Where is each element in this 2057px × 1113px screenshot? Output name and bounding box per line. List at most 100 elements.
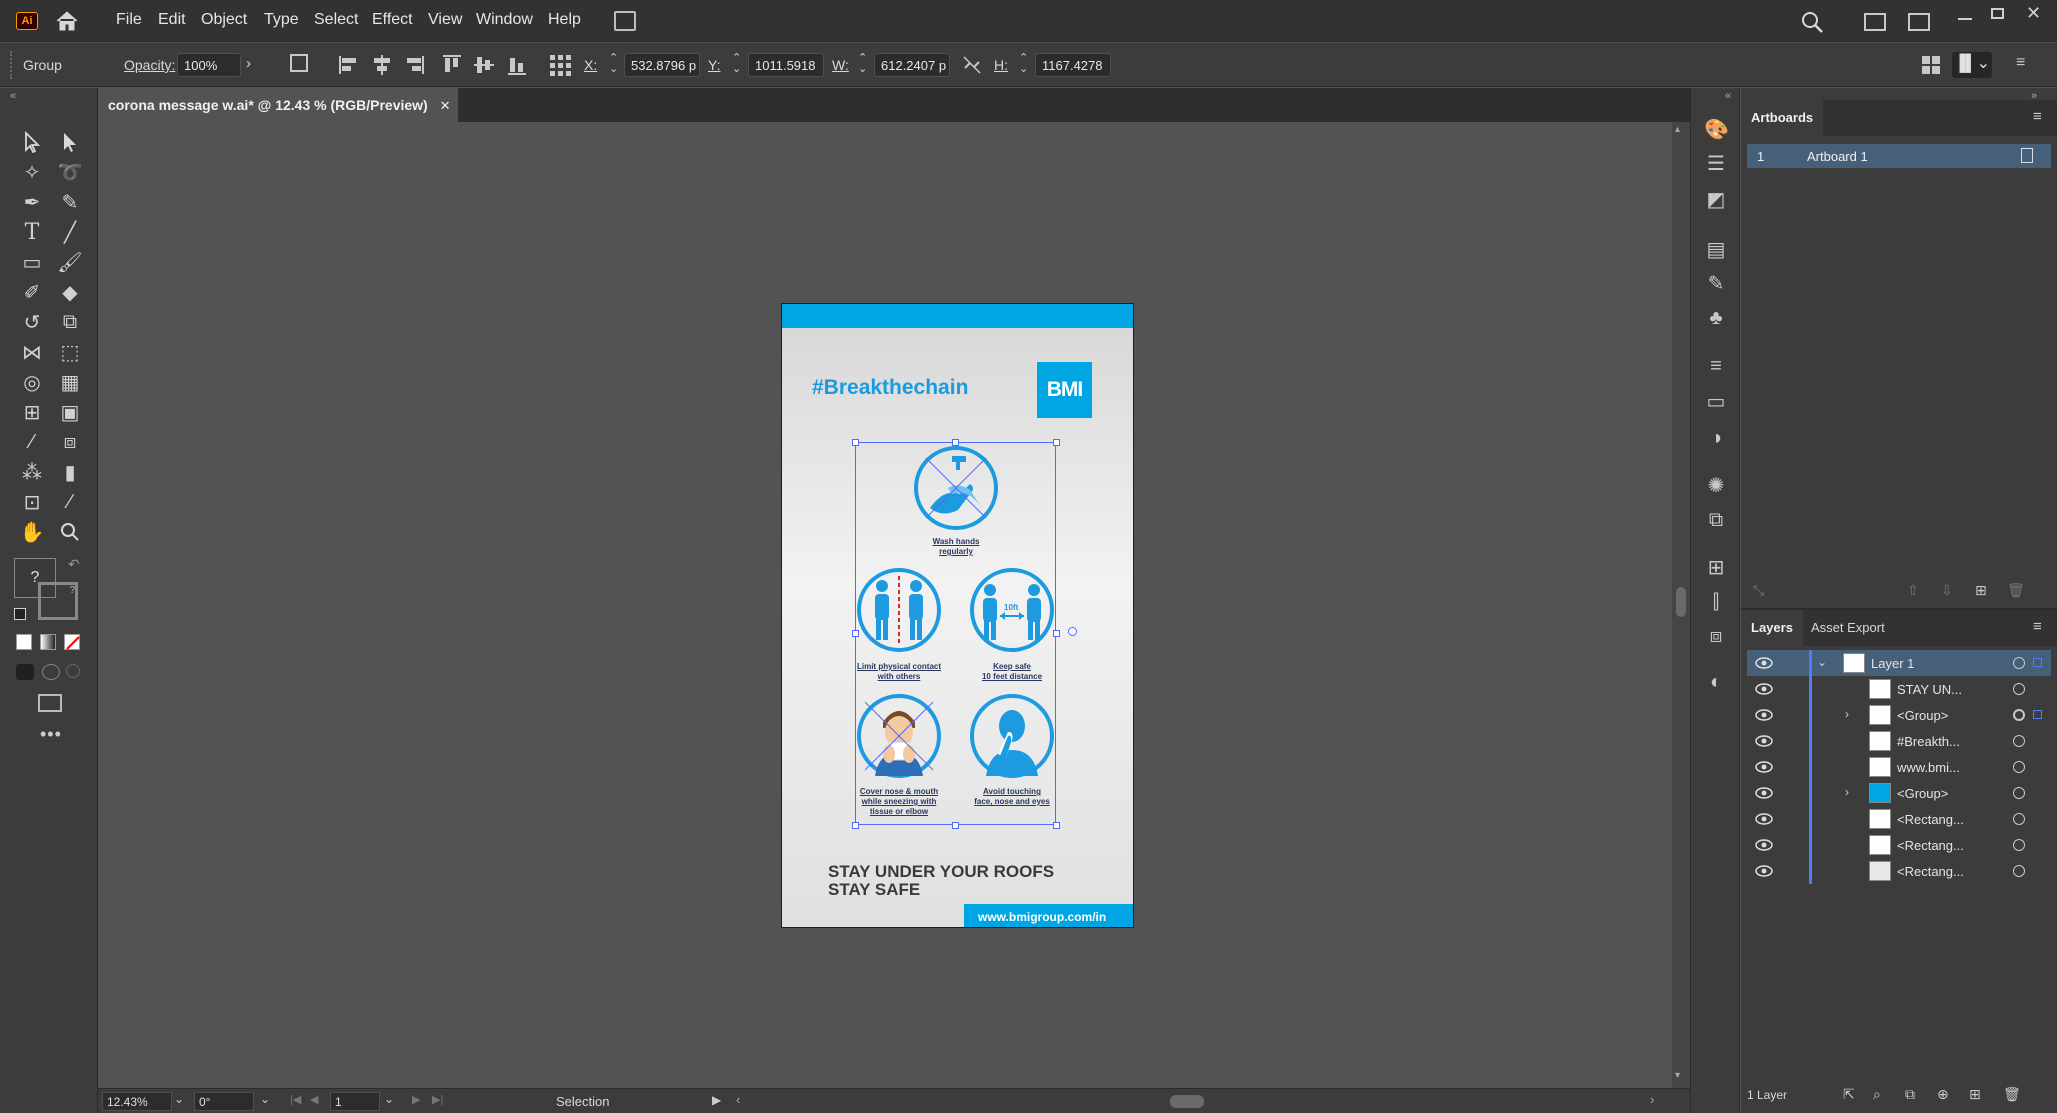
previous-artboard-icon[interactable]: ◀ — [310, 1093, 318, 1106]
selection-handle-ml[interactable] — [852, 630, 859, 637]
default-fill-stroke-icon[interactable] — [14, 608, 26, 620]
arrange-documents-icon[interactable] — [614, 11, 636, 31]
align-horizontal-center-icon[interactable] — [371, 54, 393, 76]
clipping-mask-icon[interactable]: ⧉ — [1905, 1086, 1915, 1103]
rotation-dropdown-icon[interactable]: ⌄ — [260, 1092, 270, 1106]
selected-art-indicator[interactable] — [2033, 710, 2042, 719]
pen-tool-icon[interactable]: ✒ — [17, 188, 47, 216]
transform-panel-icon[interactable]: ⊞ — [1704, 556, 1728, 580]
graphic-styles-panel-icon[interactable]: ⧉ — [1704, 508, 1728, 532]
menu-window[interactable]: Window — [476, 11, 533, 29]
move-up-icon[interactable]: ⇧ — [1907, 582, 1919, 599]
layer-row[interactable]: <Rectang... — [1747, 832, 2051, 858]
selected-art-indicator[interactable] — [2033, 658, 2042, 667]
rotate-handle[interactable] — [1068, 627, 1077, 636]
status-menu-arrow-icon[interactable]: ▶ — [712, 1093, 721, 1107]
menu-view[interactable]: View — [428, 11, 462, 29]
x-stepper-icon[interactable]: ⌃ ⌄ — [609, 53, 618, 75]
last-artboard-icon[interactable]: ▶| — [432, 1093, 443, 1106]
scale-tool-icon[interactable]: ⧉ — [55, 308, 85, 336]
target-circle-icon[interactable] — [2013, 657, 2025, 669]
symbols-panel-icon[interactable]: ♣ — [1704, 306, 1728, 330]
scroll-left-arrow-icon[interactable]: ‹ — [736, 1092, 740, 1107]
menu-object[interactable]: Object — [201, 11, 247, 29]
selection-handle-mr[interactable] — [1053, 630, 1060, 637]
visibility-eye-icon[interactable] — [1755, 758, 1773, 776]
layer-name[interactable]: <Rectang... — [1897, 864, 1964, 879]
visibility-eye-icon[interactable] — [1755, 732, 1773, 750]
document-tab[interactable]: corona message w.ai* @ 12.43 % (RGB/Prev… — [98, 88, 458, 122]
target-circle-icon[interactable] — [2013, 709, 2025, 721]
rotate-tool-icon[interactable]: ↺ — [17, 308, 47, 336]
export-panel-icon[interactable]: ◐ — [1704, 670, 1728, 694]
lasso-tool-icon[interactable]: ➰ — [55, 158, 85, 186]
vertical-scrollbar[interactable]: ▴ ▾ — [1672, 122, 1690, 1088]
zoom-tool-icon[interactable] — [55, 518, 85, 546]
h-stepper-icon[interactable]: ⌃ ⌄ — [1019, 53, 1028, 75]
magic-wand-tool-icon[interactable]: ✧ — [17, 158, 47, 186]
target-circle-icon[interactable] — [2013, 683, 2025, 695]
selection-handle-tr[interactable] — [1053, 439, 1060, 446]
layer-row[interactable]: STAY UN... — [1747, 676, 2051, 702]
layer-name[interactable]: STAY UN... — [1897, 682, 1962, 697]
locate-object-icon[interactable]: ⌕ — [1873, 1086, 1881, 1103]
collapse-chevron-icon[interactable]: ⌄ — [1817, 655, 1827, 669]
tab-asset-export[interactable]: Asset Export — [1801, 610, 1895, 646]
collapse-tools-icon[interactable]: « — [10, 90, 16, 102]
search-icon[interactable] — [1800, 10, 1824, 34]
rearrange-artboards-icon[interactable]: ⤡ — [1753, 582, 1764, 599]
new-layer-icon[interactable]: ⊞ — [1969, 1086, 1981, 1103]
visibility-eye-icon[interactable] — [1755, 680, 1773, 698]
layer-row[interactable]: <Rectang... — [1747, 858, 2051, 884]
panel-layout-icon[interactable] — [1908, 13, 1930, 31]
vertical-scroll-thumb[interactable] — [1676, 587, 1686, 617]
tab-layers[interactable]: Layers — [1741, 610, 1803, 646]
artboard-options-icon[interactable] — [2021, 148, 2033, 163]
gradient-panel-icon[interactable]: ▭ — [1704, 390, 1728, 414]
selection-handle-bl[interactable] — [852, 822, 859, 829]
reference-point-icon[interactable] — [548, 53, 571, 76]
menu-select[interactable]: Select — [314, 11, 358, 29]
paintbrush-tool-icon[interactable]: 🖌 — [55, 248, 85, 276]
align-right-icon[interactable] — [403, 54, 425, 76]
menu-file[interactable]: File — [116, 11, 142, 29]
arrange-icon[interactable] — [1920, 54, 1942, 76]
layer-row[interactable]: › <Group> — [1747, 702, 2051, 728]
line-tool-icon[interactable]: ╱ — [55, 218, 85, 246]
free-transform-tool-icon[interactable]: ⬚ — [55, 338, 85, 366]
type-tool-icon[interactable]: T — [17, 218, 47, 246]
move-down-icon[interactable]: ⇩ — [1941, 582, 1953, 599]
visibility-eye-icon[interactable] — [1755, 706, 1773, 724]
target-circle-icon[interactable] — [2013, 865, 2025, 877]
width-tool-icon[interactable]: ⋈ — [17, 338, 47, 366]
expand-chevron-icon[interactable]: › — [1845, 785, 1849, 799]
layers-panel-menu-icon[interactable]: ≡ — [2033, 618, 2042, 635]
artboards-panel-menu-icon[interactable]: ≡ — [2033, 108, 2042, 125]
workspace-switcher-icon[interactable] — [1864, 13, 1886, 31]
more-tools-icon[interactable]: ••• — [40, 724, 62, 745]
align-bottom-icon[interactable] — [506, 54, 528, 76]
target-circle-icon[interactable] — [2013, 761, 2025, 773]
zoom-dropdown-icon[interactable]: ⌄ — [174, 1092, 184, 1106]
target-circle-icon[interactable] — [2013, 735, 2025, 747]
visibility-eye-icon[interactable] — [1755, 810, 1773, 828]
rectangle-tool-icon[interactable]: ▭ — [17, 248, 47, 276]
layer-row[interactable]: #Breakth... — [1747, 728, 2051, 754]
gradient-tool-icon[interactable]: ▣ — [55, 398, 85, 426]
h-field[interactable]: 1167.4278 — [1035, 53, 1111, 77]
artboard-number-field[interactable]: 1 — [330, 1092, 380, 1111]
column-graph-tool-icon[interactable]: ▮ — [55, 458, 85, 486]
tab-artboards[interactable]: Artboards — [1741, 100, 1824, 136]
scroll-up-arrow-icon[interactable]: ▴ — [1675, 124, 1680, 135]
selection-handle-bm[interactable] — [952, 822, 959, 829]
color-guide-icon[interactable]: ☰ — [1704, 152, 1728, 176]
gradient-mode-icon[interactable] — [40, 634, 56, 650]
visibility-eye-icon[interactable] — [1755, 836, 1773, 854]
visibility-eye-icon[interactable] — [1755, 862, 1773, 880]
constrain-proportions-icon[interactable] — [961, 54, 983, 76]
swatches-panel-icon[interactable]: ◩ — [1704, 188, 1728, 212]
layer-name[interactable]: <Rectang... — [1897, 812, 1964, 827]
artboard-list-item[interactable]: 1 Artboard 1 — [1747, 144, 2051, 168]
layer-name[interactable]: www.bmi... — [1897, 760, 1960, 775]
menu-effect[interactable]: Effect — [372, 11, 413, 29]
